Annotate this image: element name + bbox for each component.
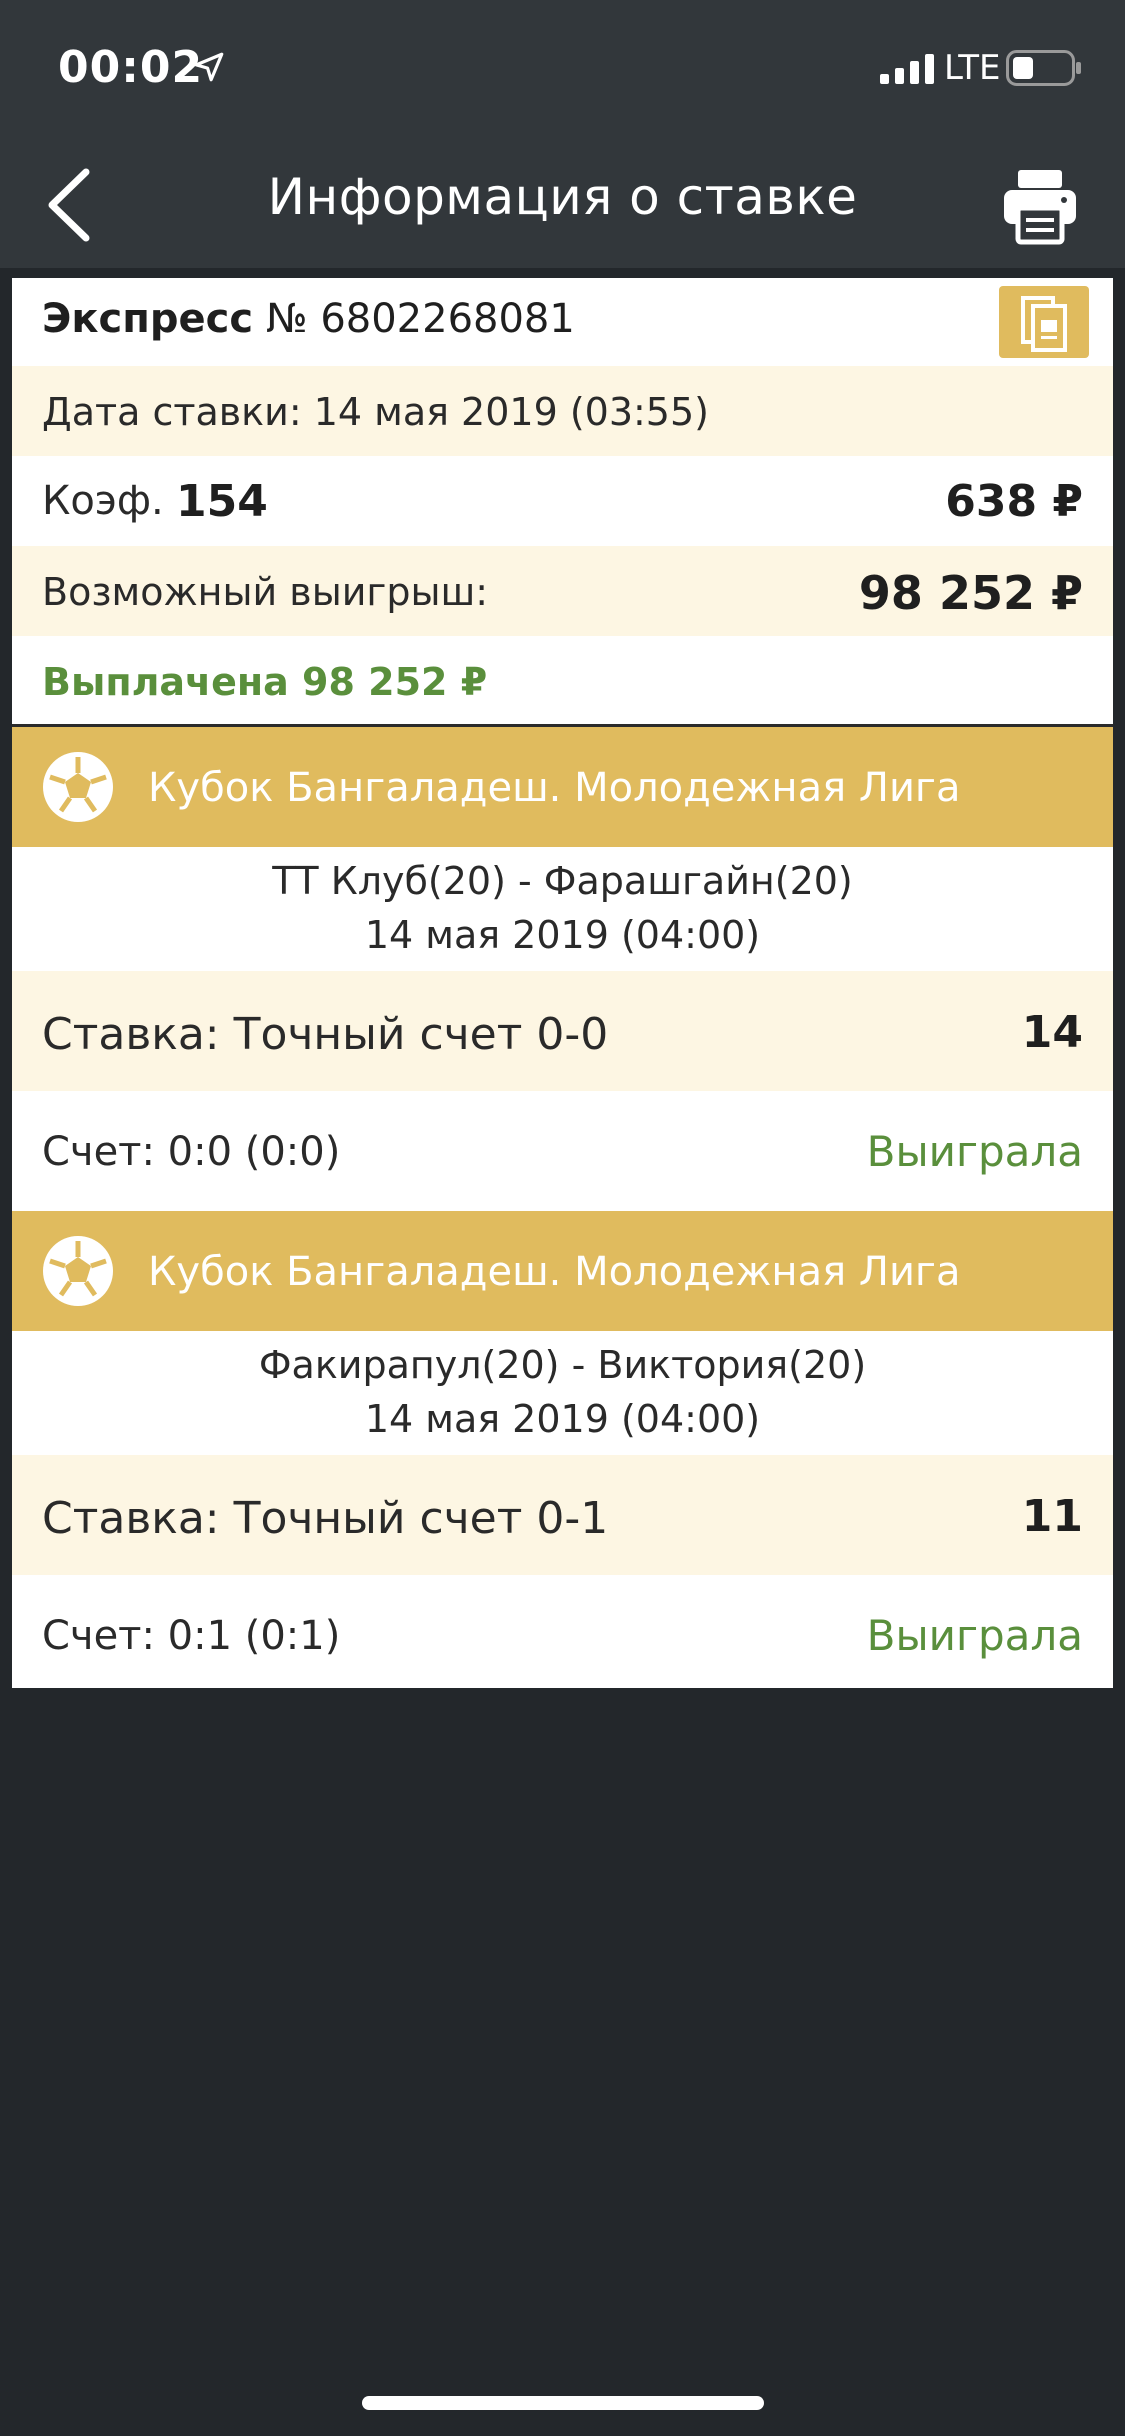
event-score-row: Счет: 0:0 (0:0) Выиграла [12,1091,1113,1211]
bet-card: Экспресс № 6802268081 Дата ставки: 14 ма… [12,278,1113,1688]
stake-amount: 638 ₽ [945,476,1083,527]
signal-icon [880,54,934,84]
event-stake-row: Ставка: Точный счет 0-1 11 [12,1455,1113,1575]
paid-row: Выплачена 98 252 ₽ [12,636,1113,724]
event-stake-row: Ставка: Точный счет 0-0 14 [12,971,1113,1091]
possible-win-row: Возможный выигрыш: 98 252 ₽ [12,546,1113,636]
nav-bar: Информация о ставке [0,140,1125,268]
stake-coef: 14 [1021,1007,1083,1058]
home-indicator[interactable] [362,2396,764,2410]
bet-header-row: Экспресс № 6802268081 [12,278,1113,366]
bet-type: Экспресс [42,296,254,342]
bet-date-row: Дата ставки: 14 мая 2019 (03:55) [12,366,1113,456]
result-status: Выиграла [866,1611,1083,1660]
stake-description: Ставка: Точный счет 0-0 [42,1009,609,1060]
copy-button[interactable] [999,286,1089,358]
bet-number: № 6802268081 [266,296,575,342]
result-status: Выиграла [866,1127,1083,1176]
stake-description: Ставка: Точный счет 0-1 [42,1493,609,1544]
screen: 00:02 LTE Информация о ставке Экспресс №… [0,0,1125,2436]
coef-label: Коэф. [42,478,164,524]
copy-icon [1021,296,1067,352]
event-league-header: Кубок Бангаладеш. Молодежная Лига [12,727,1113,847]
league-name: Кубок Бангаладеш. Молодежная Лига [148,765,961,811]
score-text: Счет: 0:1 (0:1) [42,1613,341,1659]
location-arrow-icon [194,52,224,82]
event-league-header: Кубок Бангаладеш. Молодежная Лига [12,1211,1113,1331]
coef-row: Коэф. 154 638 ₽ [12,456,1113,546]
paid-status: Выплачена 98 252 ₽ [42,660,488,704]
soccer-ball-icon [43,1236,113,1306]
match-date: 14 мая 2019 (04:00) [364,913,761,957]
page-title: Информация о ставке [267,168,858,226]
bet-date: Дата ставки: 14 мая 2019 (03:55) [42,390,709,434]
event-score-row: Счет: 0:1 (0:1) Выиграла [12,1575,1113,1688]
possible-win-value: 98 252 ₽ [858,566,1083,620]
soccer-ball-icon [43,752,113,822]
league-name: Кубок Бангаладеш. Молодежная Лига [148,1249,961,1295]
network-label: LTE [944,48,1001,88]
match-teams: ТТ Клуб(20) - Фарашгайн(20) [272,859,853,903]
stake-coef: 11 [1021,1491,1083,1542]
match-date: 14 мая 2019 (04:00) [364,1397,761,1441]
printer-icon[interactable] [1000,160,1080,250]
match-teams: Факирапул(20) - Виктория(20) [258,1343,867,1387]
event-match-info: Факирапул(20) - Виктория(20) 14 мая 2019… [12,1331,1113,1455]
status-time: 00:02 [58,42,204,93]
coef-value: 154 [176,476,268,527]
possible-win-label: Возможный выигрыш: [42,570,489,614]
status-bar: 00:02 LTE [0,0,1125,140]
score-text: Счет: 0:0 (0:0) [42,1129,341,1175]
battery-icon [1006,50,1081,86]
event-match-info: ТТ Клуб(20) - Фарашгайн(20) 14 мая 2019 … [12,847,1113,971]
